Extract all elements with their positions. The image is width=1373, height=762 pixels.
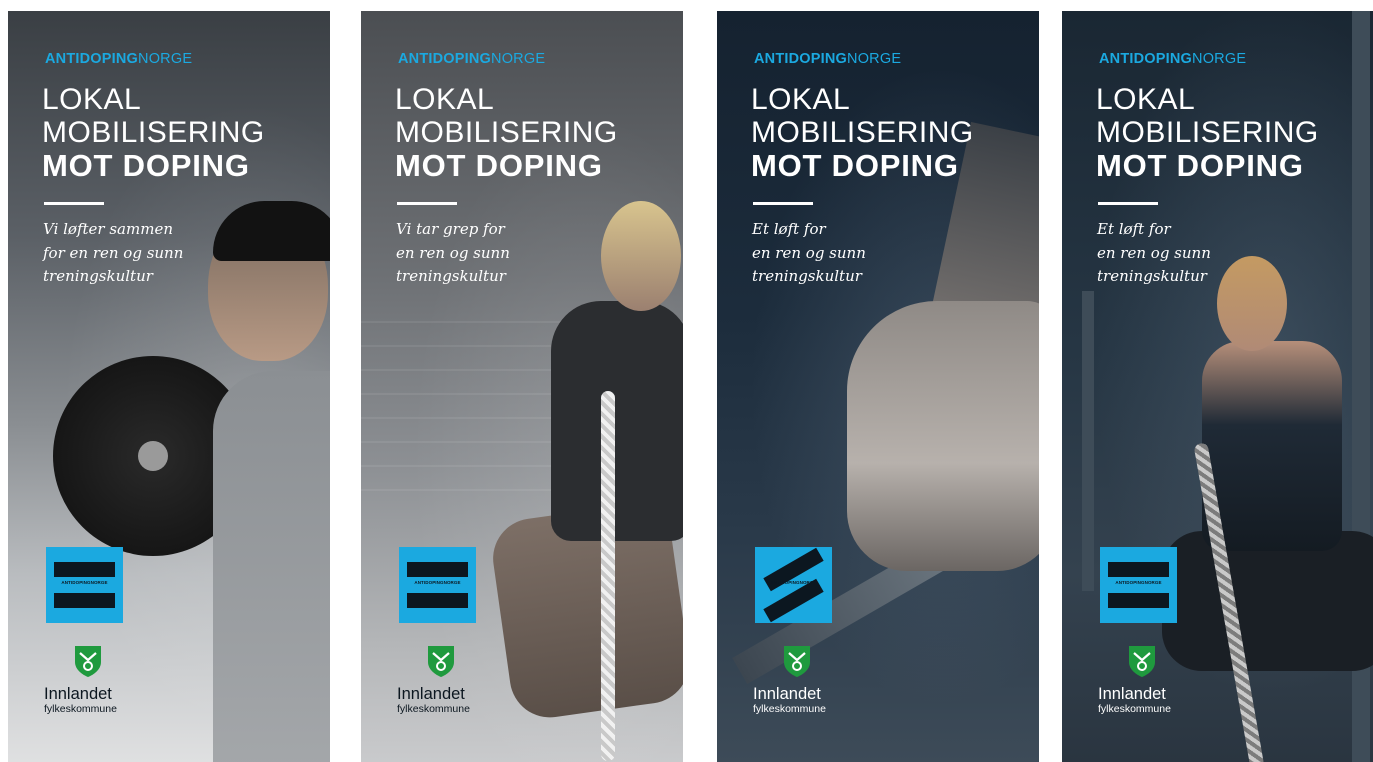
brand-wordmark: ANTIDOPINGNORGE	[754, 51, 902, 67]
county-shield-icon	[1129, 646, 1155, 677]
gym-rack-image	[1082, 291, 1094, 591]
brand-wordmark: ANTIDOPINGNORGE	[45, 51, 193, 67]
rollup-banner-2: ANTIDOPINGNORGE LOKAL MOBILISERING MOT D…	[361, 11, 683, 762]
tagline: Et løft for en ren og sunn treningskultu…	[1097, 220, 1211, 285]
county-shield-icon	[784, 646, 810, 677]
athlete-body-image	[1202, 341, 1342, 551]
battle-rope-image	[601, 391, 615, 761]
divider-rule	[753, 202, 813, 205]
rollup-banner-1: ANTIDOPINGNORGE LOKAL MOBILISERING MOT D…	[8, 11, 330, 762]
tagline: Vi tar grep for en ren og sunn treningsk…	[396, 220, 510, 285]
rollup-banner-4: ANTIDOPINGNORGE LOKAL MOBILISERING MOT D…	[1062, 11, 1373, 762]
divider-rule	[397, 202, 457, 205]
athlete-body-image	[213, 371, 330, 762]
athlete-head-image	[1217, 256, 1287, 351]
county-logo: Innlandet fylkeskommune	[753, 685, 826, 715]
brand-wordmark: ANTIDOPINGNORGE	[398, 51, 546, 67]
tagline: Vi løfter sammen for en ren og sunn tren…	[43, 220, 184, 285]
cap-image	[213, 201, 330, 261]
tagline: Et løft for en ren og sunn treningskultu…	[752, 220, 866, 285]
gripping-hand-image	[847, 301, 1039, 571]
athlete-head-image	[601, 201, 681, 311]
athlete-body-image	[551, 301, 683, 541]
athlete-legs-image	[1162, 531, 1373, 671]
antidoping-logo-badge: ANTIDOPINGNORGE	[399, 547, 476, 623]
antidoping-logo-badge: ANTIDOPINGNORGE	[46, 547, 123, 623]
banner-title: LOKAL MOBILISERING MOT DOPING	[42, 83, 265, 183]
brand-wordmark: ANTIDOPINGNORGE	[1099, 51, 1247, 67]
banner-title: LOKAL MOBILISERING MOT DOPING	[751, 83, 974, 183]
county-shield-icon	[75, 646, 101, 677]
divider-rule	[44, 202, 104, 205]
county-logo: Innlandet fylkeskommune	[44, 685, 117, 715]
county-logo: Innlandet fylkeskommune	[1098, 685, 1171, 715]
divider-rule	[1098, 202, 1158, 205]
banner-title: LOKAL MOBILISERING MOT DOPING	[1096, 83, 1319, 183]
banner-title: LOKAL MOBILISERING MOT DOPING	[395, 83, 618, 183]
antidoping-logo-badge: ANTIDOPINGNORGE	[755, 547, 832, 623]
antidoping-logo-badge: ANTIDOPINGNORGE	[1100, 547, 1177, 623]
county-logo: Innlandet fylkeskommune	[397, 685, 470, 715]
rollup-banner-3: ANTIDOPINGNORGE LOKAL MOBILISERING MOT D…	[717, 11, 1039, 762]
county-shield-icon	[428, 646, 454, 677]
